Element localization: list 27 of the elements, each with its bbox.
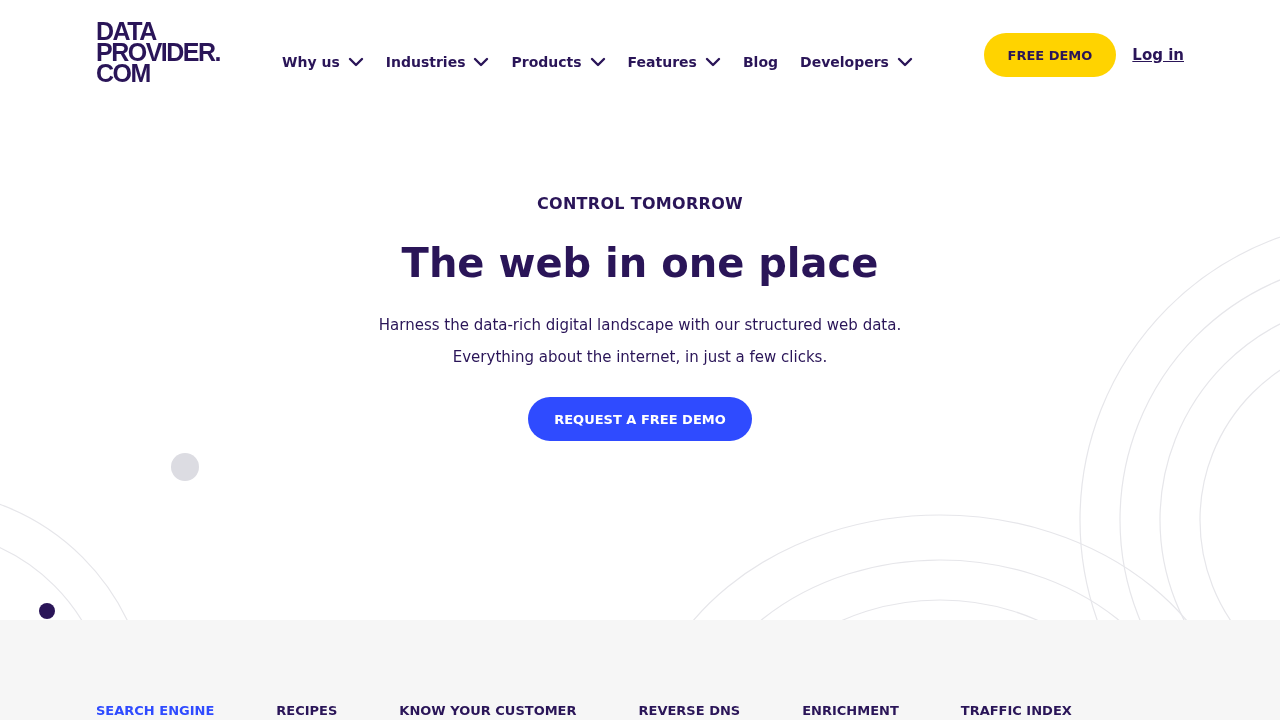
chevron-down-icon <box>589 57 606 67</box>
hero-subtitle: Harness the data-rich digital landscape with our structured web data. <box>378 315 902 336</box>
decorative-dot <box>39 603 55 619</box>
nav-item[interactable]: Products <box>511 54 606 70</box>
hero-eyebrow: CONTROL TOMORROW <box>536 194 744 213</box>
chevron-down-icon <box>473 57 490 67</box>
chevron-down-icon <box>347 57 364 67</box>
nav-item[interactable]: Industries <box>385 54 490 70</box>
use-case-tab[interactable]: TRAFFIC INDEX <box>960 702 1072 720</box>
chevron-down-icon <box>704 57 721 67</box>
chevron-down-icon <box>896 57 913 67</box>
use-case-tab[interactable]: SEARCH ENGINE <box>96 702 215 720</box>
use-case-tab[interactable]: REVERSE DNS <box>638 702 741 720</box>
nav-item[interactable]: Developers <box>800 54 913 70</box>
use-case-tab[interactable]: KNOW YOUR CUSTOMER <box>399 702 577 720</box>
free-demo-button[interactable]: FREE DEMO <box>983 33 1117 77</box>
hero-title: The web in one place <box>401 239 879 288</box>
request-demo-button[interactable]: REQUEST A FREE DEMO <box>528 397 752 441</box>
login-link[interactable]: Log in <box>1132 46 1184 64</box>
hero-subtitle: Everything about the internet, in just a few clicks. <box>451 347 829 368</box>
nav-item[interactable]: Why us <box>282 54 364 70</box>
logo[interactable]: DATA PROVIDER. COM <box>96 20 221 84</box>
nav-item[interactable]: Blog <box>742 54 779 70</box>
nav-item[interactable]: Features <box>627 54 721 70</box>
use-case-tab[interactable]: RECIPES <box>276 702 338 720</box>
use-case-tab[interactable]: ENRICHMENT <box>802 702 899 720</box>
decorative-dot <box>171 453 199 481</box>
